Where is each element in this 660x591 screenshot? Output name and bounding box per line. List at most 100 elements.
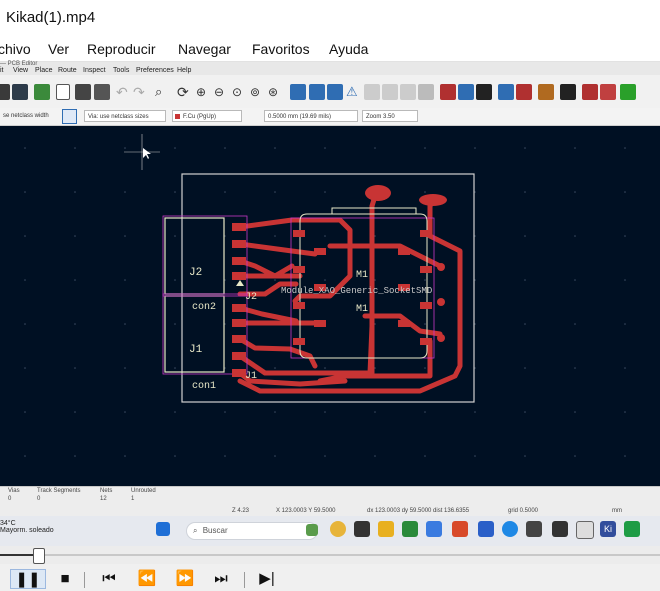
- kicad-menu-edit[interactable]: it: [0, 67, 4, 74]
- refresh-icon[interactable]: ⟳: [177, 84, 193, 100]
- save-icon[interactable]: [12, 84, 28, 100]
- menu-archivo[interactable]: chivo: [0, 41, 31, 57]
- start-icon[interactable]: [156, 522, 170, 536]
- flip-icon[interactable]: [327, 84, 343, 100]
- layer-color-swatch: [175, 114, 180, 119]
- footprint-editor-icon[interactable]: [458, 84, 474, 100]
- schematic-icon[interactable]: [582, 84, 598, 100]
- app-icon-2[interactable]: [402, 521, 418, 537]
- edge-icon[interactable]: [502, 521, 518, 537]
- rewind-button[interactable]: ⏪: [132, 569, 162, 589]
- zoom-fit-icon[interactable]: ⊙: [232, 84, 248, 100]
- footprint-browser-icon[interactable]: [476, 84, 492, 100]
- kicad-menu-help[interactable]: Help: [177, 67, 191, 74]
- scripting-icon[interactable]: [538, 84, 554, 100]
- zoom-objects-icon[interactable]: ⊚: [250, 84, 266, 100]
- kicad-menu-inspect[interactable]: Inspect: [83, 67, 106, 74]
- distribute-icon[interactable]: [382, 84, 398, 100]
- forward-button[interactable]: ⏩: [170, 569, 200, 589]
- pause-button[interactable]: ❚❚: [10, 569, 46, 589]
- mirror-icon[interactable]: ⚠: [346, 84, 362, 100]
- menu-favoritos[interactable]: Favoritos: [252, 41, 310, 57]
- find-icon[interactable]: ⌕: [155, 84, 171, 100]
- m1-footprint-label: M1: [356, 304, 368, 315]
- outlook-icon[interactable]: [478, 521, 494, 537]
- track-segments-header: Track Segments: [37, 488, 81, 494]
- top-pad-2: [419, 194, 447, 206]
- menu-reproducir[interactable]: Reproducir: [87, 41, 155, 57]
- console-icon[interactable]: [560, 84, 576, 100]
- kicad-menu-place[interactable]: Place: [35, 67, 53, 74]
- control-divider-2: [244, 572, 245, 588]
- layer-select[interactable]: F.Cu (PgUp): [172, 110, 242, 122]
- weather-widget[interactable]: 34°C Mayorm. soleado: [0, 520, 54, 534]
- track-width-select[interactable]: se netclass width: [0, 110, 58, 122]
- align-icon[interactable]: [364, 84, 380, 100]
- plot-icon[interactable]: [94, 84, 110, 100]
- search-placeholder: Buscar: [202, 526, 228, 535]
- app-icon-1[interactable]: [354, 521, 370, 537]
- chrome-icon[interactable]: [330, 521, 346, 537]
- app-icon-7[interactable]: [576, 521, 594, 539]
- pcb-canvas[interactable]: J2 con2 J1 con1 J2 J1 M1 Module_XAO_Gene…: [0, 126, 660, 486]
- kicad-menu-route[interactable]: Route: [58, 67, 77, 74]
- next-button[interactable]: ⏭: [206, 569, 236, 589]
- seek-track: [0, 554, 660, 556]
- excel-icon[interactable]: [624, 521, 640, 537]
- unrouted-value: 1: [131, 496, 135, 502]
- group-icon[interactable]: [400, 84, 416, 100]
- frame-step-button[interactable]: ▶|: [254, 569, 280, 589]
- zoom-out-icon[interactable]: ⊖: [214, 84, 230, 100]
- con2-label: con2: [192, 302, 216, 313]
- top-pad-1: [365, 185, 391, 201]
- menu-ayuda[interactable]: Ayuda: [329, 41, 368, 57]
- kicad-menu-preferences[interactable]: Preferences: [136, 67, 174, 74]
- drc-icon[interactable]: [516, 84, 532, 100]
- via-size-select[interactable]: Via: use netclass sizes: [84, 110, 166, 122]
- vias-value: 0: [8, 496, 12, 502]
- edit-icon[interactable]: [0, 84, 10, 100]
- j2-body-label: J2: [189, 267, 202, 279]
- widgets-icon[interactable]: [306, 524, 318, 536]
- zoom-in-icon[interactable]: ⊕: [196, 84, 212, 100]
- weather-temp: 34°C: [0, 520, 16, 527]
- board-setup-icon[interactable]: [34, 84, 50, 100]
- kicad-icon[interactable]: Ki: [600, 521, 616, 537]
- app-icon-6[interactable]: [552, 521, 568, 537]
- status-grid: grid 0.5000: [508, 508, 539, 514]
- taskbar-search[interactable]: ⌕ Buscar: [186, 522, 318, 540]
- netlist-icon[interactable]: [440, 84, 456, 100]
- control-divider: [84, 572, 85, 588]
- undo-icon[interactable]: ↶: [116, 84, 132, 100]
- app-icon-5[interactable]: [526, 521, 542, 537]
- seek-bar[interactable]: [0, 546, 660, 564]
- via-toggle-icon[interactable]: [62, 109, 77, 124]
- app-icon-3[interactable]: [426, 521, 442, 537]
- zoom-select[interactable]: Zoom 3.50: [362, 110, 418, 122]
- file-explorer-icon[interactable]: [378, 521, 394, 537]
- menu-ver[interactable]: Ver: [48, 41, 69, 57]
- redo-icon[interactable]: ↷: [133, 84, 149, 100]
- rotate-cw-icon[interactable]: [309, 84, 325, 100]
- plugin-icon[interactable]: [600, 84, 616, 100]
- update-pcb-icon[interactable]: [498, 84, 514, 100]
- nets-value: 12: [100, 496, 107, 502]
- menu-navegar[interactable]: Navegar: [178, 41, 231, 57]
- status-z: Z 4.23: [232, 508, 250, 514]
- print-icon[interactable]: [75, 84, 91, 100]
- kicad-menu-view[interactable]: View: [13, 67, 28, 74]
- app-icon-4[interactable]: [452, 521, 468, 537]
- plugin-and-content-icon[interactable]: [620, 84, 636, 100]
- previous-button[interactable]: ⏮: [94, 569, 124, 589]
- stop-button[interactable]: ■: [54, 569, 76, 589]
- status-units: mm: [612, 508, 622, 514]
- lock-icon[interactable]: [418, 84, 434, 100]
- grid-select[interactable]: 0.5000 mm (19.69 mils): [264, 110, 358, 122]
- zoom-selection-icon[interactable]: ⊛: [268, 84, 284, 100]
- kicad-menu-tools[interactable]: Tools: [113, 67, 129, 74]
- status-xy: X 123.0003 Y 59.5000: [276, 508, 336, 514]
- message-panel: Vias Track Segments Nets Unrouted 0 0 12…: [0, 486, 660, 517]
- page-settings-icon[interactable]: [56, 84, 70, 100]
- rotate-ccw-icon[interactable]: [290, 84, 306, 100]
- seek-handle[interactable]: [33, 548, 45, 564]
